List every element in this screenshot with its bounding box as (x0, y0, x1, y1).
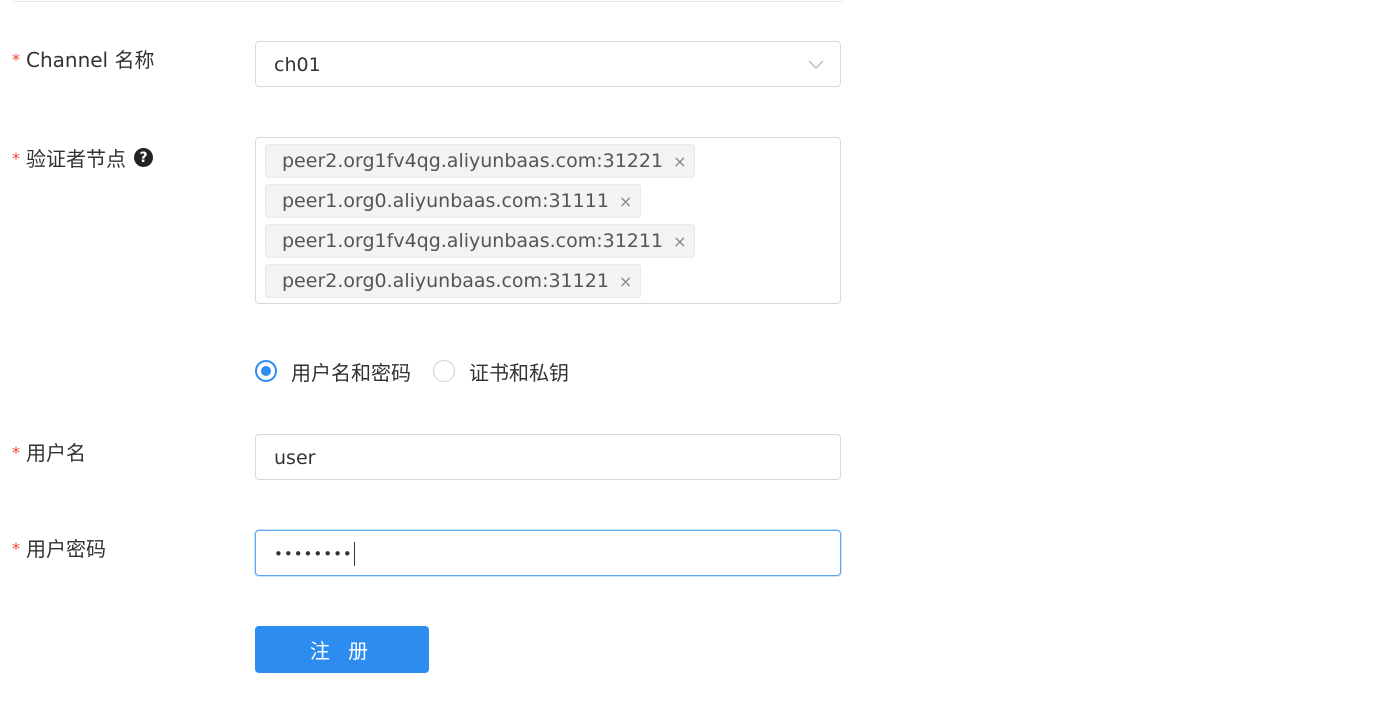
endorser-tag-label: peer1.org1fv4qg.aliyunbaas.com:31211 (282, 230, 664, 252)
close-icon[interactable]: × (619, 192, 632, 211)
password-label-text: 用户密码 (26, 537, 106, 561)
endorser-tag-label: peer1.org0.aliyunbaas.com:31111 (282, 190, 609, 212)
text-caret (353, 542, 355, 566)
radio-username-password-label: 用户名和密码 (291, 360, 411, 385)
username-label: * 用户名 (12, 437, 86, 466)
register-button[interactable]: 注 册 (255, 626, 429, 673)
radio-cert-key[interactable]: 证书和私钥 (433, 357, 569, 386)
radio-checked-icon[interactable] (255, 360, 277, 382)
auth-method-radio-group: 用户名和密码 证书和私钥 (255, 357, 591, 385)
chevron-down-icon (808, 60, 824, 69)
close-icon[interactable]: × (673, 232, 686, 251)
endorser-tag: peer2.org0.aliyunbaas.com:31121 × (265, 264, 642, 298)
close-icon[interactable]: × (619, 272, 632, 291)
required-mark: * (12, 539, 20, 558)
radio-username-password[interactable]: 用户名和密码 (255, 357, 411, 386)
password-dots-text: •••••••• (274, 545, 353, 563)
endorser-tag-label: peer2.org0.aliyunbaas.com:31121 (282, 270, 609, 292)
endorser-tag: peer1.org1fv4qg.aliyunbaas.com:31211 × (265, 224, 696, 258)
endorsers-multi-select[interactable]: peer2.org1fv4qg.aliyunbaas.com:31221 × p… (255, 137, 841, 304)
channel-name-label: * Channel 名称 (12, 44, 154, 73)
username-label-text: 用户名 (26, 441, 86, 465)
endorser-tag-label: peer2.org1fv4qg.aliyunbaas.com:31221 (282, 150, 664, 172)
password-input[interactable]: •••••••• (255, 530, 841, 576)
username-value: user (274, 447, 316, 469)
endorser-tag: peer1.org0.aliyunbaas.com:31111 × (265, 184, 642, 218)
endorser-tag: peer2.org1fv4qg.aliyunbaas.com:31221 × (265, 144, 696, 178)
required-mark: * (12, 149, 20, 168)
required-mark: * (12, 50, 20, 69)
endorsers-label: * 验证者节点 ? (12, 143, 153, 172)
password-masked-value: •••••••• (274, 541, 355, 567)
channel-name-select[interactable]: ch01 (255, 41, 841, 87)
required-mark: * (12, 443, 20, 462)
channel-name-label-text: Channel 名称 (26, 48, 155, 72)
password-label: * 用户密码 (12, 533, 106, 562)
help-icon[interactable]: ? (134, 148, 153, 167)
close-icon[interactable]: × (673, 152, 686, 171)
radio-cert-key-label: 证书和私钥 (469, 360, 569, 385)
channel-name-value: ch01 (274, 54, 321, 76)
endorsers-label-text: 验证者节点 (26, 147, 126, 171)
radio-unchecked-icon[interactable] (433, 360, 455, 382)
top-divider (14, 1, 843, 2)
username-input[interactable]: user (255, 434, 841, 480)
